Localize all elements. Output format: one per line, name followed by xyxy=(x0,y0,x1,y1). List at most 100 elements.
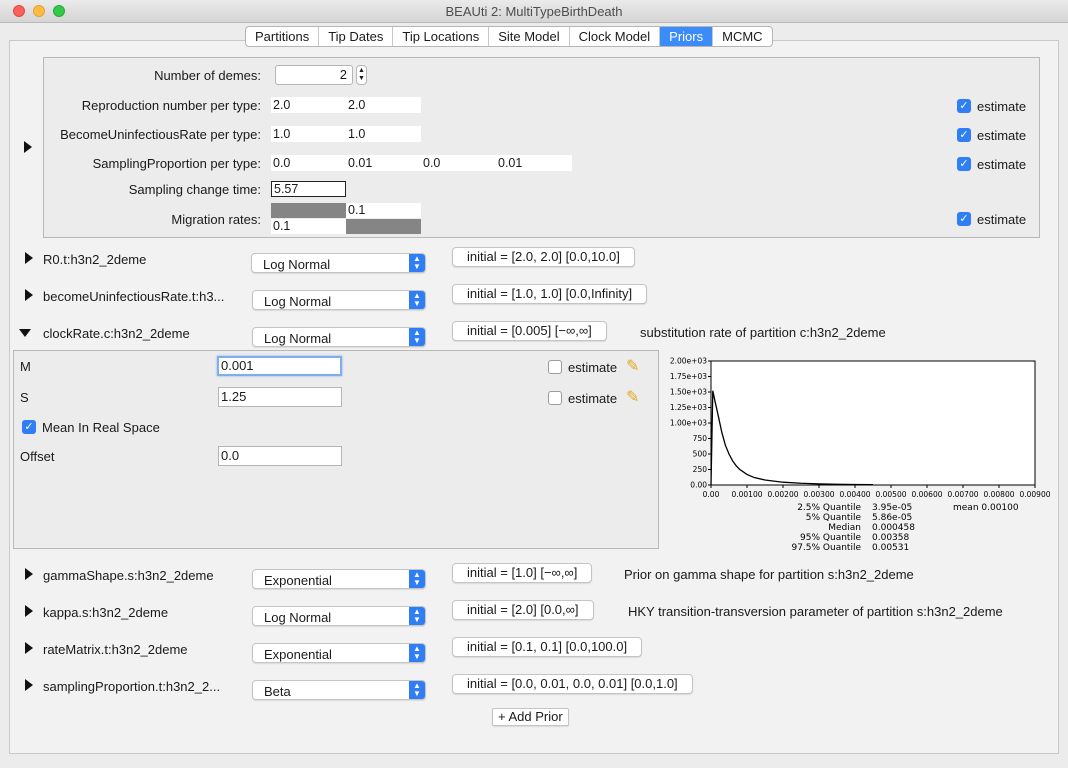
chevron-updown-icon: ▲ ▼ xyxy=(409,570,425,588)
select-value: Log Normal xyxy=(264,294,332,309)
expand-bu-toggle[interactable] xyxy=(25,289,33,301)
estimate-m-checkbox[interactable] xyxy=(548,360,562,374)
initial-button-ratematrix[interactable]: initial = [0.1, 0.1] [0.0,100.0] xyxy=(452,637,643,657)
prior-dist-select-gammashape[interactable]: Exponential ▲ ▼ xyxy=(252,569,426,589)
quantile-value: 3.95e-05 xyxy=(872,503,912,513)
expand-ratematrix-toggle[interactable] xyxy=(25,642,33,654)
expand-demes-toggle[interactable] xyxy=(24,141,32,153)
expand-gammashape-toggle[interactable] xyxy=(25,568,33,580)
estimate-sp-checkbox[interactable]: ✓ xyxy=(957,157,971,171)
sp-cell-1[interactable]: 0.0 xyxy=(271,155,346,171)
pencil-icon[interactable]: ✎ xyxy=(626,387,639,407)
estimate-migration-checkbox[interactable]: ✓ xyxy=(957,212,971,226)
estimate-s-checkbox[interactable] xyxy=(548,391,562,405)
y-tick-label: 2.00e+03 xyxy=(670,357,707,366)
estimate-label: estimate xyxy=(977,99,1027,114)
prior-dist-select-bu[interactable]: Log Normal ▲ ▼ xyxy=(252,290,426,310)
expand-r0-toggle[interactable] xyxy=(25,252,33,264)
chevron-updown-icon: ▲ ▼ xyxy=(409,254,425,272)
expand-samplingproportion-toggle[interactable] xyxy=(25,679,33,691)
add-prior-button[interactable]: + Add Prior xyxy=(492,708,569,726)
tab-priors[interactable]: Priors xyxy=(660,27,714,46)
prior-dist-select-kappa[interactable]: Log Normal ▲ ▼ xyxy=(252,606,426,626)
prior-name-gammashape: gammaShape.s:h3n2_2deme xyxy=(43,568,214,583)
r0-cell-1[interactable]: 2.0 xyxy=(271,97,346,113)
estimate-bu-checkbox[interactable]: ✓ xyxy=(957,128,971,142)
x-tick-label: 0.00800 xyxy=(983,490,1014,499)
y-tick-label: 1.50e+03 xyxy=(670,388,707,397)
prior-density-chart: 0.00 250 500 750 1.00e+03 1.25e+03 1.50e+03 1.7… xyxy=(670,357,1051,551)
quantile-label: Median xyxy=(828,523,861,533)
migration-cell-1-2[interactable]: 0.1 xyxy=(346,203,421,218)
select-value: Log Normal xyxy=(264,610,332,625)
mean-real-space-checkbox[interactable]: ✓ xyxy=(22,420,36,434)
y-tick-label: 250 xyxy=(693,465,708,474)
estimate-r0-checkbox[interactable]: ✓ xyxy=(957,99,971,113)
y-tick-label: 750 xyxy=(693,434,708,443)
tab-tip-locations[interactable]: Tip Locations xyxy=(393,27,490,46)
prior-dist-select-r0[interactable]: Log Normal ▲ ▼ xyxy=(251,253,426,273)
s-field[interactable]: 1.25 xyxy=(218,387,342,407)
sampling-proportion-label: SamplingProportion per type: xyxy=(92,156,261,171)
tab-tip-dates[interactable]: Tip Dates xyxy=(319,27,394,46)
sampling-change-time-field[interactable]: 5.57 xyxy=(271,181,346,197)
prior-name-clockrate: clockRate.c:h3n2_2deme xyxy=(43,326,190,341)
bu-cell-1[interactable]: 1.0 xyxy=(271,126,346,142)
pencil-icon[interactable]: ✎ xyxy=(626,356,639,376)
prior-dist-select-clockrate[interactable]: Log Normal ▲ ▼ xyxy=(252,327,426,347)
sp-cell-4[interactable]: 0.01 xyxy=(496,155,572,171)
window-title: BEAUti 2: MultiTypeBirthDeath xyxy=(445,4,623,19)
collapse-clockrate-toggle[interactable] xyxy=(19,329,31,337)
y-axis-ticks: 0.00 250 500 750 1.00e+03 1.25e+03 1.50e+03 1.7… xyxy=(670,357,711,490)
select-value: Exponential xyxy=(264,647,332,662)
prior-dist-select-ratematrix[interactable]: Exponential ▲ ▼ xyxy=(252,643,426,663)
x-tick-label: 0.00100 xyxy=(731,490,762,499)
migration-cell-2-1[interactable]: 0.1 xyxy=(271,219,346,234)
quantile-label: 5% Quantile xyxy=(806,513,862,523)
num-demes-field[interactable]: 2 xyxy=(275,65,353,85)
quantile-label: 97.5% Quantile xyxy=(791,543,861,550)
quantile-value: 0.000458 xyxy=(872,523,915,533)
estimate-label: estimate xyxy=(568,360,618,375)
initial-button-clockrate[interactable]: initial = [0.005] [−∞,∞] xyxy=(452,321,607,341)
tab-partitions[interactable]: Partitions xyxy=(246,27,320,46)
y-tick-label: 1.25e+03 xyxy=(670,403,707,412)
s-label: S xyxy=(20,390,29,405)
mean-value: mean 0.00100 xyxy=(953,503,1019,513)
num-demes-label: Number of demes: xyxy=(154,68,261,83)
tab-site-model[interactable]: Site Model xyxy=(489,27,570,46)
quantile-stats: 2.5% Quantile 3.95e-05 5% Quantile 5.86e-05… xyxy=(791,503,1018,550)
r0-per-type-label: Reproduction number per type: xyxy=(81,98,261,113)
x-tick-label: 0.00300 xyxy=(803,490,834,499)
tab-mcmc[interactable]: MCMC xyxy=(713,27,771,46)
prior-dist-select-samplingproportion[interactable]: Beta ▲ ▼ xyxy=(252,680,426,700)
migration-diagonal-cell xyxy=(346,219,421,234)
bu-cell-2[interactable]: 1.0 xyxy=(346,126,421,142)
initial-button-bu[interactable]: initial = [1.0, 1.0] [0.0,Infinity] xyxy=(452,284,648,304)
initial-button-r0[interactable]: initial = [2.0, 2.0] [0.0,10.0] xyxy=(452,247,635,267)
chevron-updown-icon: ▲ ▼ xyxy=(409,607,425,625)
prior-name-kappa: kappa.s:h3n2_2deme xyxy=(43,605,169,620)
r0-cell-2[interactable]: 2.0 xyxy=(346,97,421,113)
demes-panel xyxy=(43,57,1040,238)
x-tick-label: 0.00200 xyxy=(767,490,798,499)
migration-rates-label: Migration rates: xyxy=(171,212,261,227)
tab-clock-model[interactable]: Clock Model xyxy=(570,27,661,46)
offset-field[interactable]: 0.0 xyxy=(218,446,342,466)
initial-button-gammashape[interactable]: initial = [1.0] [−∞,∞] xyxy=(452,563,593,583)
prior-name-bu: becomeUninfectiousRate.t:h3... xyxy=(43,289,225,304)
sp-cell-3[interactable]: 0.0 xyxy=(421,155,496,171)
sp-cell-2[interactable]: 0.01 xyxy=(346,155,421,171)
num-demes-stepper[interactable]: ▲ ▼ xyxy=(356,65,367,85)
x-axis-ticks: 0.00 0.00100 0.00200 0.00300 0.00400 0.00500 0… xyxy=(703,485,1051,499)
select-value: Log Normal xyxy=(264,331,332,346)
initial-button-samplingproportion[interactable]: initial = [0.0, 0.01, 0.0, 0.01] [0.0,1.… xyxy=(452,674,693,694)
initial-button-kappa[interactable]: initial = [2.0] [0.0,∞] xyxy=(452,600,594,620)
estimate-label: estimate xyxy=(977,212,1027,227)
chevron-updown-icon: ▲ ▼ xyxy=(409,291,425,309)
m-field[interactable]: 0.001 xyxy=(217,356,342,376)
prior-name-samplingproportion: samplingProportion.t:h3n2_2... xyxy=(43,679,221,694)
expand-kappa-toggle[interactable] xyxy=(25,605,33,617)
prior-desc-kappa: HKY transition-transversion parameter of… xyxy=(628,604,1003,619)
x-tick-label: 0.00700 xyxy=(947,490,978,499)
